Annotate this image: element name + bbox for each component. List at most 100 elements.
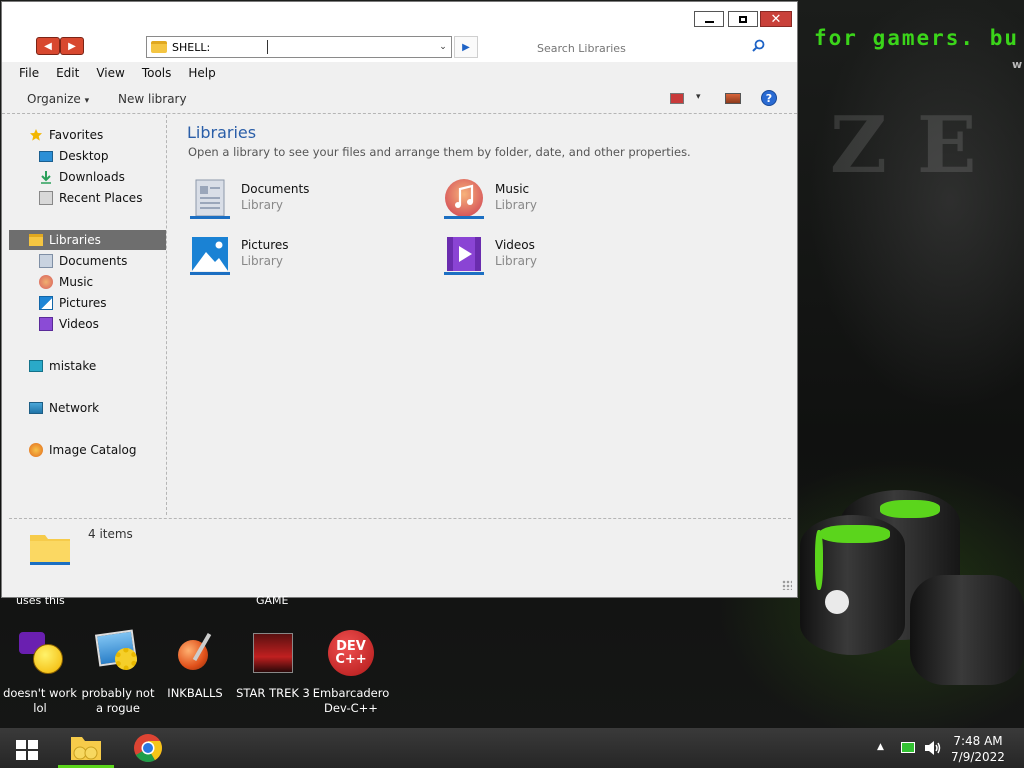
nav-recent-places[interactable]: Recent Places xyxy=(9,188,166,208)
desktop-icon xyxy=(39,150,53,162)
library-type: Library xyxy=(241,254,283,268)
library-name: Documents xyxy=(241,182,310,196)
nav-label: Recent Places xyxy=(59,191,143,205)
page-title: Libraries xyxy=(187,123,257,142)
search-input[interactable] xyxy=(533,36,778,60)
menu-help[interactable]: Help xyxy=(188,62,215,84)
nav-downloads[interactable]: Downloads xyxy=(9,167,166,187)
gear-icon xyxy=(115,648,137,670)
back-button[interactable]: ◀ xyxy=(36,37,60,55)
taskbar-file-explorer[interactable] xyxy=(58,728,114,768)
music-library-icon xyxy=(444,179,484,219)
minimize-button[interactable] xyxy=(694,11,724,27)
navigation-pane: Favorites Desktop Downloads Recent Place… xyxy=(9,115,167,515)
address-bar[interactable]: SHELL: ⌄ xyxy=(146,36,452,58)
nav-pictures[interactable]: Pictures xyxy=(9,293,166,313)
nav-label: Desktop xyxy=(59,149,109,163)
nav-label: Documents xyxy=(59,254,128,268)
forward-button[interactable]: ▶ xyxy=(60,37,84,55)
network-icon xyxy=(29,402,43,414)
title-bar[interactable]: ✕ xyxy=(2,2,797,34)
desktop-icon-label: probably not xyxy=(81,686,155,700)
close-button[interactable]: ✕ xyxy=(760,11,792,27)
show-hidden-icons-button[interactable]: ▲ xyxy=(877,742,884,752)
chrome-icon xyxy=(134,734,162,762)
resize-grip[interactable] xyxy=(782,580,792,590)
maximize-icon xyxy=(739,15,747,23)
menu-edit[interactable]: Edit xyxy=(56,62,79,84)
folder-large-icon xyxy=(30,535,70,565)
organize-button[interactable]: Organize ▾ xyxy=(27,92,89,106)
nav-label: Music xyxy=(59,275,94,289)
back-arrow-icon: ◀ xyxy=(44,40,52,52)
windows-start-icon[interactable] xyxy=(16,740,38,760)
taskbar-chrome[interactable] xyxy=(120,728,176,768)
videos-library-icon xyxy=(444,237,484,275)
nav-videos[interactable]: Videos xyxy=(9,314,166,334)
nav-favorites[interactable]: Favorites xyxy=(9,125,166,145)
library-name: Music xyxy=(495,182,530,196)
maximize-button[interactable] xyxy=(728,11,758,27)
desktop-shortcut-star-trek[interactable]: STAR TREK 3 xyxy=(233,630,313,701)
nav-image-catalog[interactable]: Image Catalog xyxy=(9,440,166,460)
nav-documents[interactable]: Documents xyxy=(9,251,166,271)
wallpaper-slime xyxy=(815,530,823,590)
library-music[interactable]: Music Library xyxy=(443,178,663,226)
close-icon: ✕ xyxy=(770,11,782,27)
preview-pane-icon[interactable] xyxy=(725,93,741,104)
desktop-icon-label: doesn't work xyxy=(3,686,77,700)
star-trek-game-icon xyxy=(253,633,293,673)
search-icon[interactable] xyxy=(752,39,765,52)
new-library-button[interactable]: New library xyxy=(118,92,187,106)
explorer-window: ✕ ◀ ▶ SHELL: ⌄ ▶ File Edit View Tools He… xyxy=(1,1,798,598)
library-type: Library xyxy=(495,198,537,212)
desktop-shortcut-dev-cpp[interactable]: DEV C++ Embarcadero Dev-C++ xyxy=(311,630,391,716)
details-pane: 4 items xyxy=(9,518,791,570)
system-clock[interactable]: 7:48 AM 7/9/2022 xyxy=(945,733,1011,765)
nav-libraries[interactable]: Libraries xyxy=(9,230,166,250)
radiation-hazard-icon xyxy=(825,590,849,614)
wallpaper-slime xyxy=(880,500,940,518)
library-documents[interactable]: Documents Library xyxy=(189,178,409,226)
menu-tools[interactable]: Tools xyxy=(142,62,172,84)
view-options-caret-icon[interactable]: ▾ xyxy=(696,92,701,102)
library-type: Library xyxy=(495,254,537,268)
nav-music[interactable]: Music xyxy=(9,272,166,292)
help-icon[interactable]: ? xyxy=(761,90,777,106)
nav-desktop[interactable]: Desktop xyxy=(9,146,166,166)
volume-icon[interactable] xyxy=(924,740,942,756)
videos-icon xyxy=(39,317,53,331)
menu-file[interactable]: File xyxy=(19,62,39,84)
image-catalog-icon xyxy=(29,443,43,457)
wallpaper-slime xyxy=(820,525,890,543)
taskbar xyxy=(0,728,1024,768)
change-view-icon[interactable] xyxy=(670,93,684,104)
nav-computer[interactable]: mistake xyxy=(9,356,166,376)
menu-view[interactable]: View xyxy=(96,62,124,84)
wallpaper-barrel xyxy=(910,575,1024,685)
music-icon xyxy=(39,275,53,289)
desktop-shortcut-rogue[interactable]: probably not a rogue xyxy=(78,629,158,716)
nav-network[interactable]: Network xyxy=(9,398,166,418)
system-gears-icon xyxy=(94,629,141,676)
folder-icon xyxy=(151,41,167,53)
desktop-shortcut-inkballs[interactable]: INKBALLS xyxy=(155,630,235,701)
libraries-folder-icon xyxy=(29,234,43,246)
clock-time: 7:48 AM xyxy=(953,734,1003,748)
star-icon xyxy=(30,129,42,141)
go-arrow-icon: ▶ xyxy=(462,41,470,53)
history-buttons: ◀ ▶ xyxy=(36,37,86,55)
go-button[interactable]: ▶ xyxy=(454,36,478,58)
network-status-icon[interactable] xyxy=(901,742,915,753)
computer-icon xyxy=(29,360,43,372)
library-type: Library xyxy=(241,198,283,212)
library-videos[interactable]: Videos Library xyxy=(443,234,663,282)
nav-label: Downloads xyxy=(59,170,125,184)
library-pictures[interactable]: Pictures Library xyxy=(189,234,409,282)
desktop-icon-label-partial: uses this xyxy=(16,594,65,607)
documents-library-icon xyxy=(190,179,230,219)
smiley-face-icon xyxy=(33,644,63,674)
address-dropdown-icon[interactable]: ⌄ xyxy=(435,42,451,52)
wallpaper-small-text: w xyxy=(1012,58,1023,71)
desktop-shortcut-messenger[interactable]: doesn't work lol xyxy=(0,630,80,716)
